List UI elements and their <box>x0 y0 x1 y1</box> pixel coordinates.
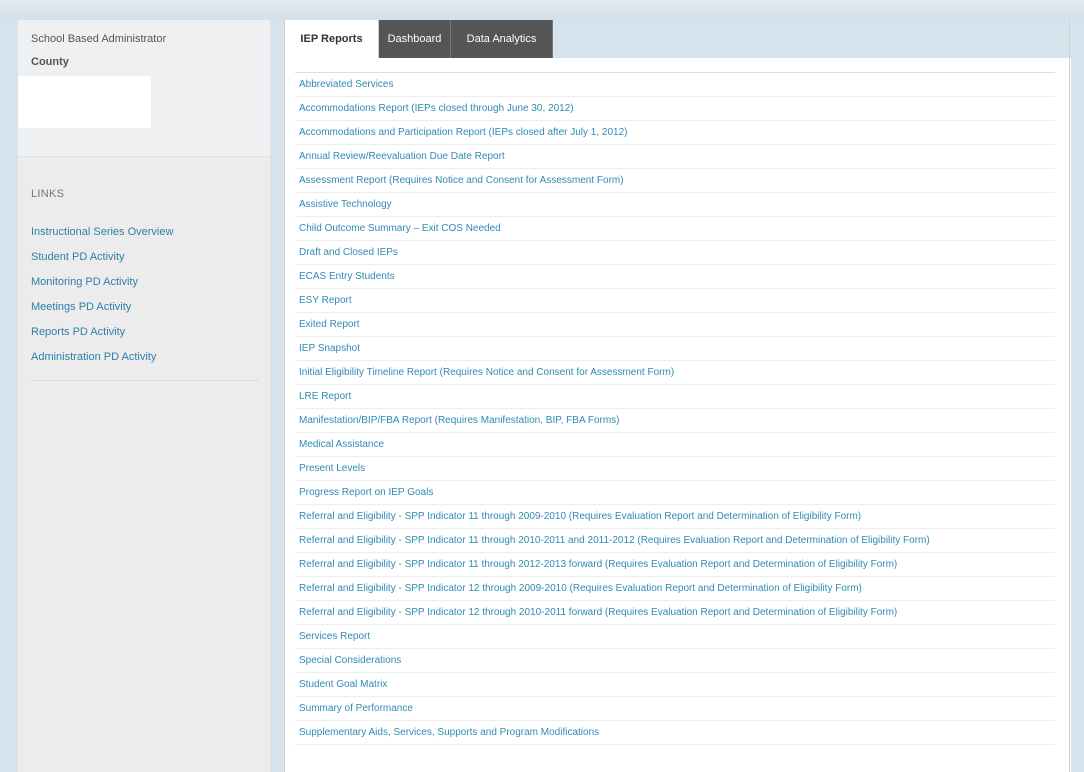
link-meetings-pd-activity[interactable]: Meetings PD Activity <box>31 299 259 324</box>
link-student-pd-activity[interactable]: Student PD Activity <box>31 249 259 274</box>
report-link[interactable]: Referral and Eligibility - SPP Indicator… <box>295 553 1055 577</box>
report-link[interactable]: Initial Eligibility Timeline Report (Req… <box>295 361 1055 385</box>
report-list: Abbreviated Services Accommodations Repo… <box>295 72 1055 745</box>
report-link[interactable]: Exited Report <box>295 313 1055 337</box>
link-reports-pd-activity[interactable]: Reports PD Activity <box>31 324 259 349</box>
link-monitoring-pd-activity[interactable]: Monitoring PD Activity <box>31 274 259 299</box>
report-link[interactable]: Child Outcome Summary – Exit COS Needed <box>295 217 1055 241</box>
report-link[interactable]: Referral and Eligibility - SPP Indicator… <box>295 505 1055 529</box>
user-role: School Based Administrator <box>31 33 167 45</box>
report-link[interactable]: Services Report <box>295 625 1055 649</box>
link-instructional-series-overview[interactable]: Instructional Series Overview <box>31 224 259 249</box>
report-link[interactable]: IEP Snapshot <box>295 337 1055 361</box>
report-link[interactable]: Manifestation/BIP/FBA Report (Requires M… <box>295 409 1055 433</box>
link-administration-pd-activity[interactable]: Administration PD Activity <box>31 349 259 374</box>
report-link[interactable]: Student Goal Matrix <box>295 673 1055 697</box>
report-link[interactable]: Supplementary Aids, Services, Supports a… <box>295 721 1055 745</box>
top-band <box>0 0 1084 20</box>
tab-iep-reports[interactable]: IEP Reports <box>285 20 379 58</box>
report-link[interactable]: Referral and Eligibility - SPP Indicator… <box>295 601 1055 625</box>
report-link[interactable]: Assistive Technology <box>295 193 1055 217</box>
report-link[interactable]: Medical Assistance <box>295 433 1055 457</box>
tab-bar-background <box>553 20 1071 58</box>
links-list: Instructional Series Overview Student PD… <box>31 224 259 381</box>
report-link[interactable]: Progress Report on IEP Goals <box>295 481 1055 505</box>
tab-dashboard[interactable]: Dashboard <box>379 20 451 58</box>
report-link[interactable]: Annual Review/Reevaluation Due Date Repo… <box>295 145 1055 169</box>
report-link[interactable]: Draft and Closed IEPs <box>295 241 1055 265</box>
report-link[interactable]: Present Levels <box>295 457 1055 481</box>
report-link[interactable]: Special Considerations <box>295 649 1055 673</box>
report-link[interactable]: ECAS Entry Students <box>295 265 1055 289</box>
links-heading: LINKS <box>31 188 65 200</box>
report-link[interactable]: Abbreviated Services <box>295 73 1055 97</box>
main-panel-edge <box>1069 20 1070 772</box>
report-link[interactable]: Summary of Performance <box>295 697 1055 721</box>
main-panel: IEP Reports Dashboard Data Analytics Abb… <box>284 20 1071 772</box>
user-info-box: School Based Administrator County <box>18 20 270 157</box>
sidebar: School Based Administrator County LINKS … <box>18 20 271 772</box>
user-detail-area <box>18 76 151 128</box>
report-link[interactable]: Referral and Eligibility - SPP Indicator… <box>295 529 1055 553</box>
report-link[interactable]: Accommodations and Participation Report … <box>295 121 1055 145</box>
report-link[interactable]: Assessment Report (Requires Notice and C… <box>295 169 1055 193</box>
tab-data-analytics[interactable]: Data Analytics <box>451 20 553 58</box>
report-link[interactable]: ESY Report <box>295 289 1055 313</box>
report-link[interactable]: Accommodations Report (IEPs closed throu… <box>295 97 1055 121</box>
tab-bar: IEP Reports Dashboard Data Analytics <box>285 20 553 58</box>
user-county: County <box>31 56 69 68</box>
report-link[interactable]: Referral and Eligibility - SPP Indicator… <box>295 577 1055 601</box>
report-link[interactable]: LRE Report <box>295 385 1055 409</box>
